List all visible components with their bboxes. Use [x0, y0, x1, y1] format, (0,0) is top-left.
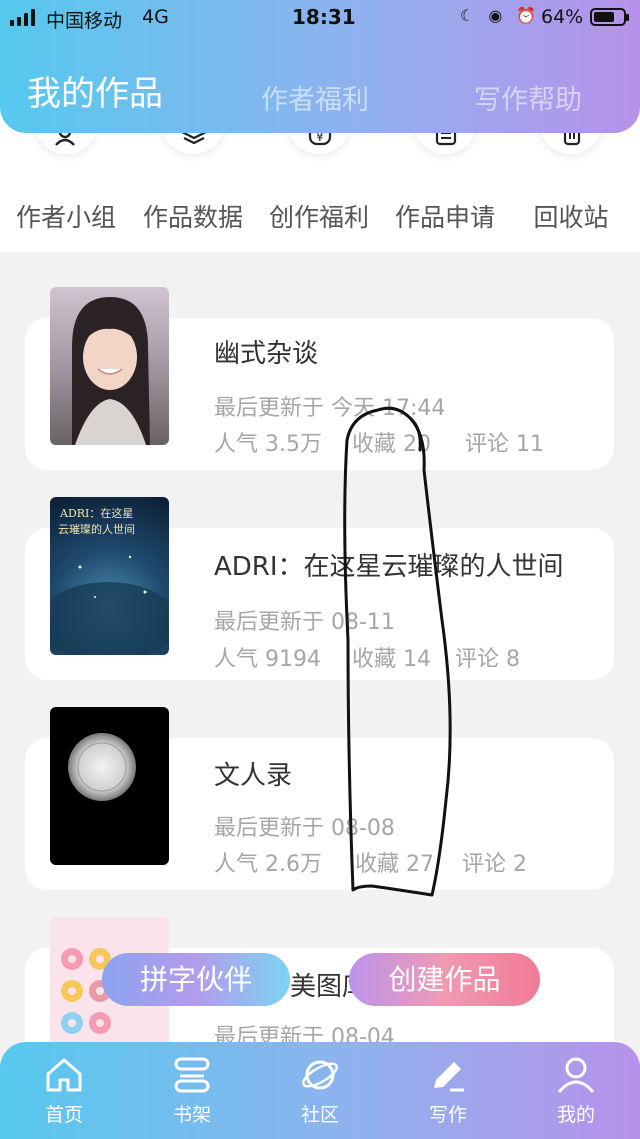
quick-action-label: 创作福利: [268, 203, 369, 232]
battery-percent: 64%: [541, 6, 584, 28]
carrier-label: 中国移动: [46, 10, 123, 32]
tab-author-benefits[interactable]: 作者福利: [261, 78, 369, 117]
nav-label: 书架: [172, 1104, 211, 1126]
work-updated: 最后更新于 08-11: [214, 610, 395, 635]
nav-item-me[interactable]: 我的: [512, 1042, 640, 1139]
planet-icon: [301, 1060, 339, 1090]
nav-label: 我的: [556, 1104, 595, 1126]
signal-icon: [10, 8, 35, 26]
tab-my-works[interactable]: 我的作品: [27, 66, 163, 115]
status-icons: ☾ ◉ ⏰: [460, 6, 536, 25]
work-favorites: 收藏 14: [352, 647, 431, 672]
moon-icon: ☾: [460, 6, 475, 25]
work-popularity: 人气 2.6万: [214, 852, 322, 877]
nav-item-home[interactable]: 首页: [0, 1042, 128, 1139]
work-favorites: 收藏 27: [355, 852, 434, 877]
work-title[interactable]: 幽式杂谈: [214, 333, 318, 370]
create-work-button[interactable]: 创建作品: [349, 953, 540, 1006]
battery-icon: [590, 8, 629, 26]
work-comments: 评论 8: [455, 647, 520, 672]
alarm-icon: ⏰: [516, 6, 537, 25]
portrait-image: [72, 297, 150, 445]
nav-item-bookshelf[interactable]: 书架: [128, 1042, 256, 1139]
work-title[interactable]: ADRI：在这星云璀璨的人世间: [214, 546, 564, 583]
work-cover[interactable]: ADRI：在这星 云璀璨的人世间: [50, 497, 169, 655]
partner-button[interactable]: 拼字伙伴: [102, 953, 290, 1006]
work-popularity: 人气 3.5万: [214, 432, 322, 457]
nav-item-community[interactable]: 社区: [256, 1042, 384, 1139]
status-bar: 中国移动 4G 18:31 ☾ ◉ ⏰ 64%: [0, 0, 640, 36]
bookshelf-icon: [174, 1057, 210, 1093]
work-title[interactable]: 文人录: [214, 755, 292, 792]
bottom-nav: 首页 书架 社区 写作 我的: [0, 1042, 640, 1139]
person-icon: [557, 1057, 595, 1094]
nav-label: 社区: [300, 1104, 339, 1126]
cover-title: ADRI：在这星: [59, 506, 133, 520]
nav-label: 写作: [428, 1104, 467, 1126]
lock-rotation-icon: ◉: [488, 6, 503, 25]
work-favorites: 收藏 20: [352, 432, 431, 457]
quick-action-label: 作者小组: [15, 203, 116, 232]
top-header: 中国移动 4G 18:31 ☾ ◉ ⏰ 64% 我的作品 作者福利 写作帮助: [0, 0, 640, 133]
network-label: 4G: [142, 6, 169, 28]
moon-image: [68, 733, 136, 801]
quick-action-label: 作品数据: [142, 203, 243, 232]
galaxy-image: ADRI：在这星 云璀璨的人世间: [50, 506, 169, 655]
home-icon: [46, 1058, 82, 1092]
clock: 18:31: [292, 5, 356, 29]
nav-label: 首页: [44, 1104, 83, 1126]
quick-action-label: 回收站: [533, 203, 609, 232]
work-popularity: 人气 9194: [214, 647, 321, 672]
work-comments: 评论 2: [462, 852, 527, 877]
work-comments: 评论 11: [465, 432, 544, 457]
cover-title: 云璀璨的人世间: [58, 522, 135, 536]
work-updated: 最后更新于 08-08: [214, 816, 395, 841]
work-cover[interactable]: [50, 287, 169, 445]
pen-icon: [434, 1062, 464, 1092]
nav-item-write[interactable]: 写作: [384, 1042, 512, 1139]
work-cover[interactable]: [50, 707, 169, 865]
tab-writing-help[interactable]: 写作帮助: [474, 78, 582, 117]
work-updated: 最后更新于 今天 17:44: [214, 396, 446, 421]
quick-action-label: 作品申请: [394, 203, 495, 232]
